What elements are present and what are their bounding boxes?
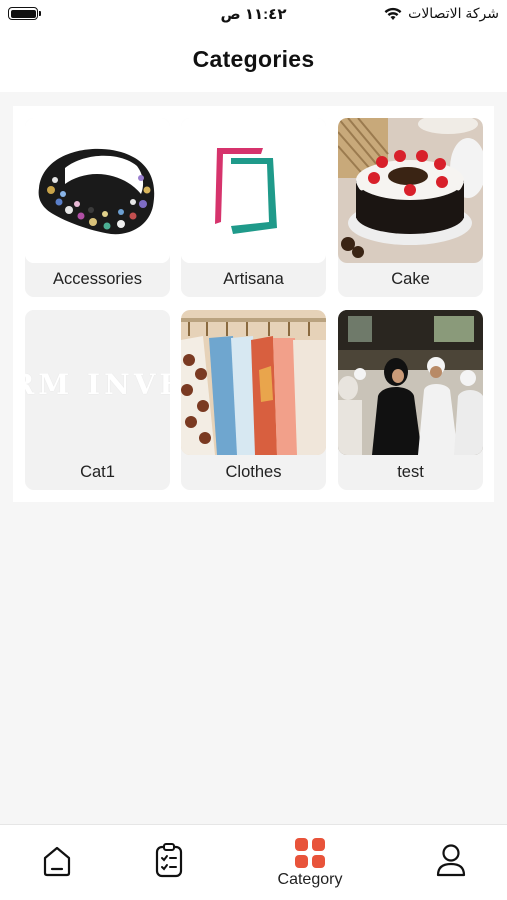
- category-card-clothes[interactable]: Clothes: [181, 310, 326, 490]
- category-image-cat1: RM INVE: [25, 310, 170, 455]
- header: Categories: [0, 30, 507, 92]
- clipboard-icon: [155, 843, 183, 878]
- nav-category-label: Category: [277, 871, 343, 888]
- carrier-name: شركة الاتصالات: [408, 5, 499, 21]
- watermark-text: RM INVE: [25, 368, 170, 401]
- category-card-cat1[interactable]: RM INVE Cat1: [25, 310, 170, 490]
- page-title: Categories: [192, 46, 315, 72]
- nav-home[interactable]: [2, 837, 112, 893]
- carrier-info: شركة الاتصالات: [384, 5, 499, 22]
- category-card-test[interactable]: test: [338, 310, 483, 490]
- category-card-accessories[interactable]: Accessories: [25, 118, 170, 297]
- categories-grid: Accessories Artisana Cake M INV Cat1 Clo…: [13, 106, 494, 502]
- category-image-clothes: [181, 310, 326, 455]
- bottom-nav: Category: [0, 824, 507, 900]
- nav-category[interactable]: Category: [255, 837, 365, 893]
- category-card-cake[interactable]: Cake: [338, 118, 483, 297]
- category-label: test: [397, 462, 424, 481]
- nav-orders[interactable]: [114, 837, 224, 893]
- nav-profile[interactable]: [396, 837, 506, 893]
- category-label: Accessories: [53, 269, 142, 288]
- category-card-artisana[interactable]: Artisana: [181, 118, 326, 297]
- category-grid-icon: [295, 838, 325, 868]
- category-label: Cat1: [80, 462, 115, 481]
- category-label: Clothes: [225, 462, 282, 481]
- category-label: Artisana: [223, 269, 284, 288]
- status-bar: ١١:٤٢ ص شركة الاتصالات: [0, 0, 507, 30]
- category-image-accessories: [25, 118, 170, 263]
- category-image-artisana: [181, 118, 326, 263]
- profile-icon: [436, 844, 466, 877]
- category-image-test: [338, 310, 483, 455]
- home-icon: [43, 846, 71, 877]
- category-label: Cake: [391, 269, 430, 288]
- app-screen: ١١:٤٢ ص شركة الاتصالات Categories Access…: [0, 0, 507, 900]
- wifi-icon: [384, 7, 402, 20]
- category-image-cake: [338, 118, 483, 263]
